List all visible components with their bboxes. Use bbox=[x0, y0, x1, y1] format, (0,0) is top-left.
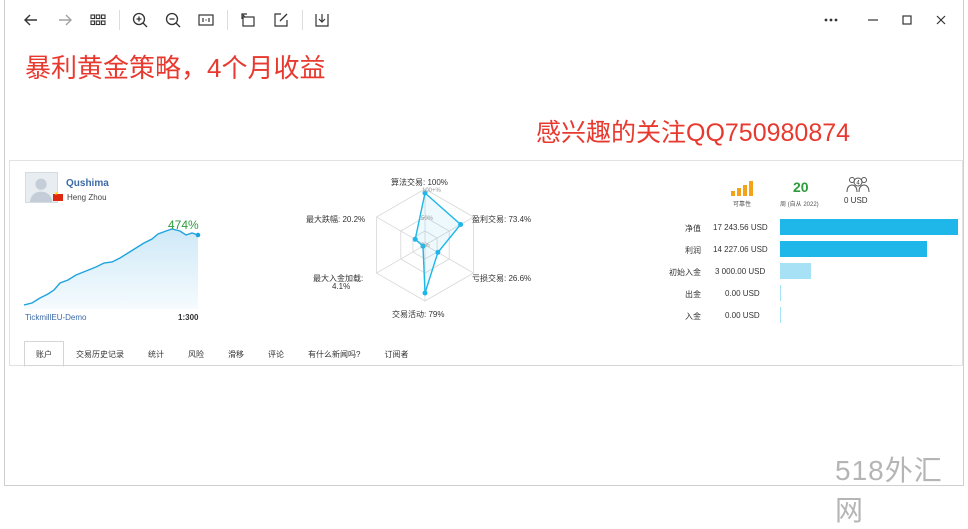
balance-bar-initial-deposit bbox=[780, 263, 811, 279]
tab-risk[interactable]: 风险 bbox=[176, 341, 216, 367]
subscribers-value: 0 USD bbox=[844, 196, 868, 205]
edit-icon[interactable] bbox=[269, 8, 293, 32]
balance-bar-equity bbox=[780, 219, 958, 235]
grid-icon[interactable] bbox=[86, 8, 110, 32]
profile-name[interactable]: Qushima bbox=[66, 178, 109, 189]
toolbar bbox=[5, 0, 963, 40]
radar-label-drawdown: 最大跌幅: 20.2% bbox=[306, 215, 366, 224]
tab-bar: 账户 交易历史记录 统计 风险 滑移 评论 有什么新闻吗? 订阅者 bbox=[24, 341, 420, 367]
tab-slippage[interactable]: 滑移 bbox=[216, 341, 256, 367]
tab-account[interactable]: 账户 bbox=[24, 341, 64, 367]
broker-link[interactable]: TickmillEU-Demo bbox=[25, 313, 86, 322]
balance-value-equity: 17 243.56 USD bbox=[713, 223, 768, 232]
download-icon[interactable] bbox=[310, 8, 334, 32]
balance-value-deposits: 0.00 USD bbox=[725, 311, 760, 320]
china-flag-icon bbox=[53, 191, 63, 201]
reliability-label: 可靠性 bbox=[733, 202, 752, 208]
tab-reviews[interactable]: 评论 bbox=[256, 341, 296, 367]
radar-point-profit bbox=[458, 222, 464, 227]
headline-text: 暴利黄金策略，4个月收益 bbox=[25, 53, 326, 83]
weeks-value: 20 bbox=[793, 179, 809, 195]
maximize-icon[interactable] bbox=[893, 8, 921, 32]
tab-news[interactable]: 有什么新闻吗? bbox=[296, 341, 372, 367]
back-arrow-icon[interactable] bbox=[19, 8, 43, 32]
balance-value-withdrawals: 0.00 USD bbox=[725, 289, 760, 298]
contact-text: 感兴趣的关注QQ750980874 bbox=[536, 119, 851, 147]
radar-point-activity bbox=[422, 290, 428, 296]
radar-point-drawdown bbox=[412, 236, 418, 242]
forward-arrow-icon[interactable] bbox=[53, 8, 77, 32]
balance-label-withdrawals: 出金 bbox=[685, 290, 701, 299]
balance-bar-profit bbox=[780, 241, 927, 257]
tab-subscribers[interactable]: 订阅者 bbox=[372, 341, 420, 367]
radar-label-algo: 算法交易: 100% bbox=[391, 178, 448, 187]
radar-point-loss bbox=[435, 249, 441, 255]
radar-ring-50: 50% bbox=[421, 216, 434, 222]
radar-label-activity: 交易活动: 79% bbox=[392, 310, 445, 319]
signal-panel: Qushima Heng Zhou 474% TickmillEU-Demo 1… bbox=[9, 160, 963, 367]
balance-label-deposits: 入金 bbox=[685, 312, 701, 321]
tab-statistics[interactable]: 统计 bbox=[136, 341, 176, 367]
balance-label-profit: 利润 bbox=[685, 246, 701, 255]
balance-label-initial-deposit: 初始入金 bbox=[669, 268, 701, 277]
radar-ring-0: 0% bbox=[421, 243, 430, 249]
viewer-window: 暴利黄金策略，4个月收益 感兴趣的关注QQ750980874 Qushima H… bbox=[4, 0, 964, 526]
balance-bar-deposits bbox=[780, 307, 781, 323]
location-label: Heng Zhou bbox=[67, 193, 107, 202]
balance-bar-withdrawals bbox=[780, 285, 781, 301]
balance-label-equity: 净值 bbox=[685, 224, 701, 233]
close-icon[interactable] bbox=[927, 8, 955, 32]
more-icon[interactable] bbox=[817, 8, 845, 32]
balance-value-profit: 14 227.06 USD bbox=[713, 245, 768, 254]
subscribers-icon: 4 bbox=[846, 177, 870, 193]
radar-label-loss: 亏损交易: 26.6% bbox=[472, 274, 532, 283]
fit-page-icon[interactable] bbox=[194, 8, 218, 32]
growth-chart bbox=[24, 228, 201, 309]
minimize-icon[interactable] bbox=[859, 8, 887, 32]
tab-divider bbox=[24, 365, 952, 366]
weeks-label: 周 (自从 2022) bbox=[780, 202, 819, 208]
growth-value: 474% bbox=[168, 218, 199, 232]
zoom-out-icon[interactable] bbox=[161, 8, 185, 32]
radar-label-profit: 盈利交易: 73.4% bbox=[472, 215, 532, 224]
watermark: 518外汇网 bbox=[835, 455, 943, 526]
tab-history[interactable]: 交易历史记录 bbox=[64, 341, 136, 367]
balance-value-initial-deposit: 3 000.00 USD bbox=[715, 267, 766, 276]
reliability-bars-icon bbox=[731, 181, 753, 196]
zoom-in-icon[interactable] bbox=[128, 8, 152, 32]
rotate-icon[interactable] bbox=[236, 8, 260, 32]
radar-ring-100: 100+% bbox=[422, 188, 441, 194]
radar-label-deposit-load-value: 4.1% bbox=[332, 282, 351, 291]
leverage-value: 1:300 bbox=[178, 313, 199, 322]
profile-location: Heng Zhou bbox=[53, 191, 107, 202]
